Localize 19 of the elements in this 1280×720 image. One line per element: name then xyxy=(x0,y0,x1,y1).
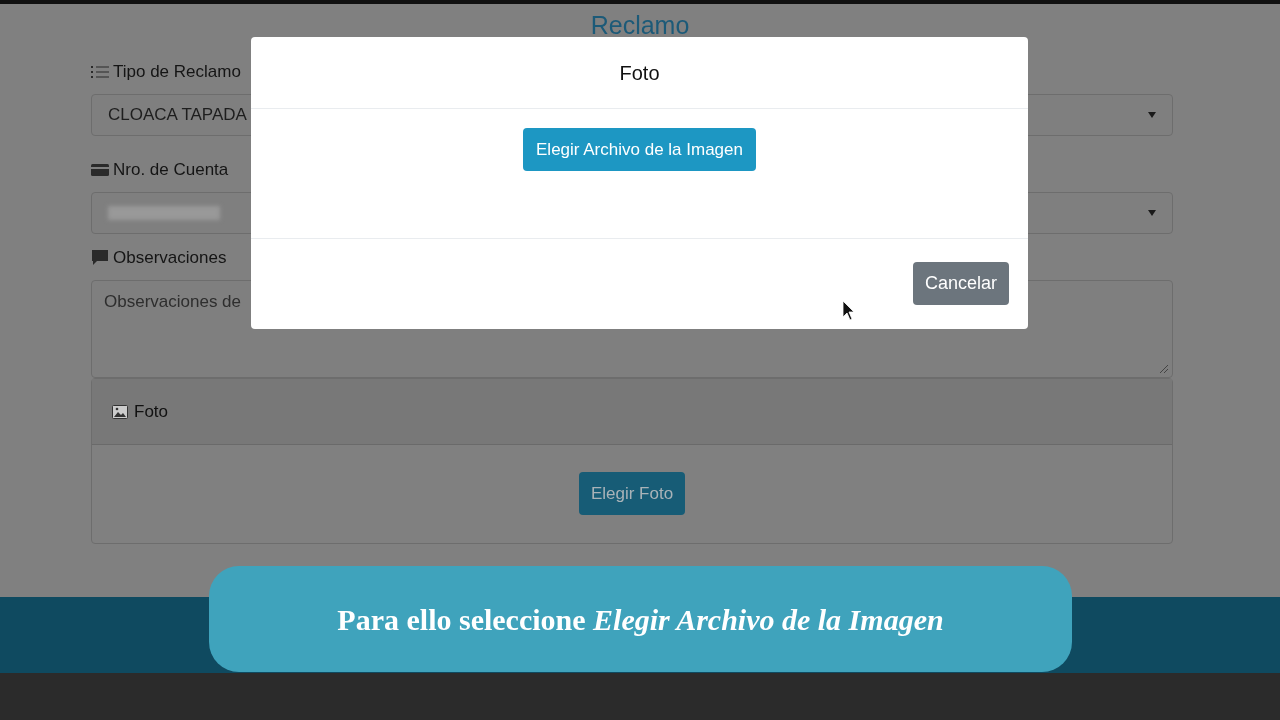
card-icon xyxy=(91,163,109,177)
image-icon xyxy=(112,404,128,419)
modal-cancel-button[interactable]: Cancelar xyxy=(912,262,1009,305)
modal-title: Foto xyxy=(619,60,660,86)
field-label: Tipo de Reclamo xyxy=(113,61,241,84)
list-icon xyxy=(91,64,109,80)
page-title: Reclamo xyxy=(590,10,690,42)
field-label: Observaciones xyxy=(113,247,227,270)
caret-icon xyxy=(1148,210,1156,216)
card-title: Foto xyxy=(134,400,169,423)
select-value: CLOACA TAPADA xyxy=(108,104,247,127)
field-label: Nro. de Cuenta xyxy=(113,159,229,182)
resize-handle-icon[interactable] xyxy=(1160,365,1168,373)
caption-text: Para ello seleccione Elegir Archivo de la Imagen xyxy=(337,601,944,638)
choose-image-file-button[interactable]: Elegir Archivo de la Imagen xyxy=(523,128,756,171)
caret-icon xyxy=(1148,112,1156,118)
choose-photo-button[interactable]: Elegir Foto xyxy=(578,472,686,515)
cursor-icon xyxy=(843,301,854,321)
comment-icon xyxy=(91,249,109,267)
